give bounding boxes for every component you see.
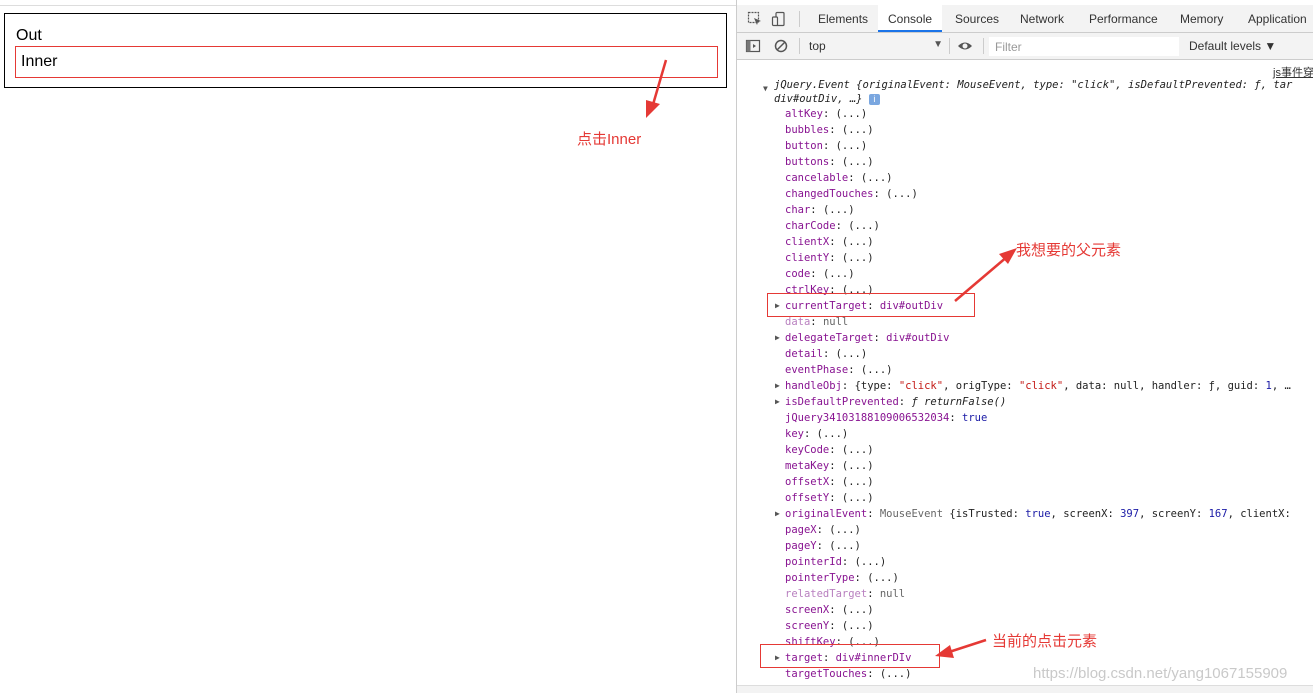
prop-row[interactable]: bubbles: (...) [785, 122, 874, 138]
collapsed-triangle-icon[interactable]: ▶ [775, 394, 780, 410]
caret-down-icon: ▼ [933, 39, 943, 50]
event-summary-line2: div#outDiv, …} [774, 93, 863, 105]
prop-row[interactable]: jQuery34103188109006532034: true [785, 410, 987, 426]
prop-row[interactable]: metaKey: (...) [785, 458, 874, 474]
annotation-current-element: 当前的点击元素 [992, 633, 1098, 650]
out-label: Out [16, 27, 42, 44]
prop-row[interactable]: screenX: (...) [785, 602, 874, 618]
prop-row[interactable]: pageX: (...) [785, 522, 861, 538]
prop-row[interactable]: buttons: (...) [785, 154, 874, 170]
out-div[interactable]: Out Inner [4, 13, 727, 88]
prop-row[interactable]: button: (...) [785, 138, 867, 154]
toolbar-divider [983, 38, 984, 54]
tab-network[interactable]: Network [1020, 5, 1064, 32]
prop-row[interactable]: ▶ originalEvent: MouseEvent {isTrusted: t… [775, 506, 1291, 522]
device-toolbar-icon[interactable] [771, 11, 787, 27]
prop-row[interactable]: altKey: (...) [785, 106, 867, 122]
prop-row[interactable]: ▶ isDefaultPrevented: ƒ returnFalse() [775, 394, 1006, 410]
tab-performance[interactable]: Performance [1089, 5, 1158, 32]
inner-label: Inner [21, 53, 58, 70]
tab-elements[interactable]: Elements [818, 5, 868, 32]
prop-row[interactable]: offsetY: (...) [785, 490, 874, 506]
expanded-triangle-icon[interactable]: ▼ [763, 84, 768, 93]
filter-input[interactable] [989, 37, 1179, 56]
sidebar-toggle-icon[interactable] [745, 38, 761, 54]
prop-row[interactable]: keyCode: (...) [785, 442, 874, 458]
clear-console-icon[interactable] [773, 38, 789, 54]
devtools-tabbar: Elements Console Sources Network Perform… [737, 5, 1313, 33]
prop-row[interactable]: key: (...) [785, 426, 848, 442]
console-output: js事件穿 ▼ jQuery.Event {originalEvent: Mou… [737, 60, 1313, 693]
prop-row[interactable]: offsetX: (...) [785, 474, 874, 490]
prop-row[interactable]: pointerId: (...) [785, 554, 886, 570]
toolbar-divider [949, 38, 950, 54]
toolbar-divider [799, 38, 800, 54]
prop-row[interactable]: ▶ delegateTarget: div#outDiv [775, 330, 949, 346]
prop-row[interactable]: pointerType: (...) [785, 570, 899, 586]
inspect-element-icon[interactable] [747, 11, 763, 27]
annotation-parent-element: 我想要的父元素 [1016, 242, 1122, 259]
inner-div[interactable]: Inner [15, 46, 718, 78]
eye-icon[interactable] [957, 38, 973, 54]
event-summary-line1: jQuery.Event {originalEvent: MouseEvent,… [774, 79, 1293, 91]
prop-row[interactable]: screenY: (...) [785, 618, 874, 634]
prop-row[interactable]: charCode: (...) [785, 218, 880, 234]
rendered-page: Out Inner 点击Inner [0, 0, 736, 693]
log-levels-dropdown[interactable]: Default levels ▼ [1189, 39, 1276, 53]
prop-row[interactable]: eventPhase: (...) [785, 362, 892, 378]
page-top-divider [0, 5, 736, 6]
tab-console[interactable]: Console [878, 5, 943, 32]
tab-sources[interactable]: Sources [955, 5, 999, 32]
context-value: top [809, 39, 826, 53]
prop-row[interactable]: clientX: (...) [785, 234, 874, 250]
tabbar-divider [799, 11, 800, 27]
collapsed-triangle-icon[interactable]: ▶ [775, 378, 780, 394]
tab-application[interactable]: Application [1248, 5, 1307, 32]
highlight-target [760, 644, 940, 668]
prop-row[interactable]: targetTouches: (...) [785, 666, 911, 682]
highlight-current-target [767, 293, 975, 317]
event-object-summary[interactable]: jQuery.Event {originalEvent: MouseEvent,… [774, 79, 1292, 91]
collapsed-triangle-icon[interactable]: ▶ [775, 506, 780, 522]
watermark: https://blog.csdn.net/yang1067155909 [1033, 665, 1288, 682]
prop-row[interactable]: code: (...) [785, 266, 855, 282]
prop-row[interactable]: ▶ handleObj: {type: "click", origType: "c… [775, 378, 1291, 394]
annotation-click-inner: 点击Inner [577, 131, 642, 148]
prop-row[interactable]: pageY: (...) [785, 538, 861, 554]
tab-memory[interactable]: Memory [1180, 5, 1223, 32]
context-select[interactable]: top ▼ [809, 39, 943, 55]
prop-row[interactable]: cancelable: (...) [785, 170, 892, 186]
console-toolbar: top ▼ Default levels ▼ [737, 33, 1313, 60]
source-link[interactable]: js事件穿 [1273, 64, 1313, 80]
prop-row[interactable]: detail: (...) [785, 346, 867, 362]
console-bottom-bar [737, 685, 1313, 693]
prop-row[interactable]: relatedTarget: null [785, 586, 905, 602]
prop-row[interactable]: clientY: (...) [785, 250, 874, 266]
event-object-summary-cont: div#outDiv, …} i [774, 93, 880, 105]
info-icon[interactable]: i [868, 93, 880, 105]
devtools-panel: Elements Console Sources Network Perform… [736, 0, 1313, 693]
collapsed-triangle-icon[interactable]: ▶ [775, 330, 780, 346]
prop-row[interactable]: changedTouches: (...) [785, 186, 918, 202]
prop-row[interactable]: char: (...) [785, 202, 855, 218]
